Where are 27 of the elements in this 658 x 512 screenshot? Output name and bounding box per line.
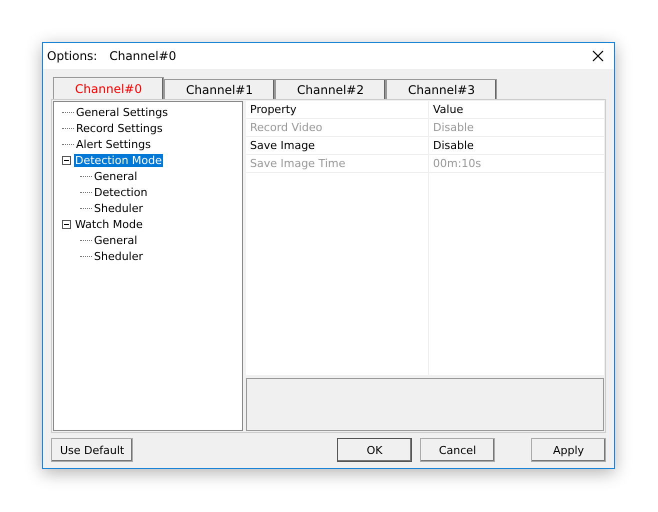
tree-item[interactable]: General bbox=[93, 170, 138, 182]
property-name[interactable]: Save Image bbox=[246, 137, 429, 154]
channel-tab[interactable]: Channel#0 bbox=[53, 77, 164, 99]
column-header: Property bbox=[246, 101, 429, 118]
collapse-icon[interactable] bbox=[62, 156, 71, 164]
use-default-button[interactable]: Use Default bbox=[51, 438, 134, 462]
dialog-button[interactable]: OK bbox=[337, 438, 412, 462]
tree-item[interactable]: Detection Mode bbox=[74, 154, 163, 166]
property-value[interactable]: Disable bbox=[429, 137, 604, 154]
window-title-label: Options: bbox=[47, 49, 98, 63]
dialog-button[interactable]: Cancel bbox=[420, 438, 495, 462]
tree-item[interactable]: Alert Settings bbox=[75, 138, 152, 150]
tree-item[interactable]: General bbox=[93, 234, 138, 246]
tree-item[interactable]: General Settings bbox=[75, 106, 169, 118]
channel-tab[interactable]: Channel#1 bbox=[164, 79, 275, 99]
dialog-button[interactable]: Apply bbox=[531, 438, 606, 462]
column-header: Value bbox=[432, 102, 464, 118]
close-icon[interactable] bbox=[592, 50, 604, 62]
collapse-icon[interactable] bbox=[62, 220, 71, 228]
tree-item[interactable]: Watch Mode bbox=[74, 218, 144, 230]
tree-item[interactable]: Detection bbox=[93, 186, 148, 198]
tree-item[interactable]: Sheduler bbox=[93, 202, 144, 214]
tree-item[interactable]: Sheduler bbox=[93, 250, 144, 262]
channel-tab[interactable]: Channel#2 bbox=[275, 79, 386, 99]
tree-item[interactable]: Record Settings bbox=[75, 122, 164, 134]
window-title: Channel#0 bbox=[109, 49, 176, 63]
channel-tab[interactable]: Channel#3 bbox=[386, 79, 497, 99]
